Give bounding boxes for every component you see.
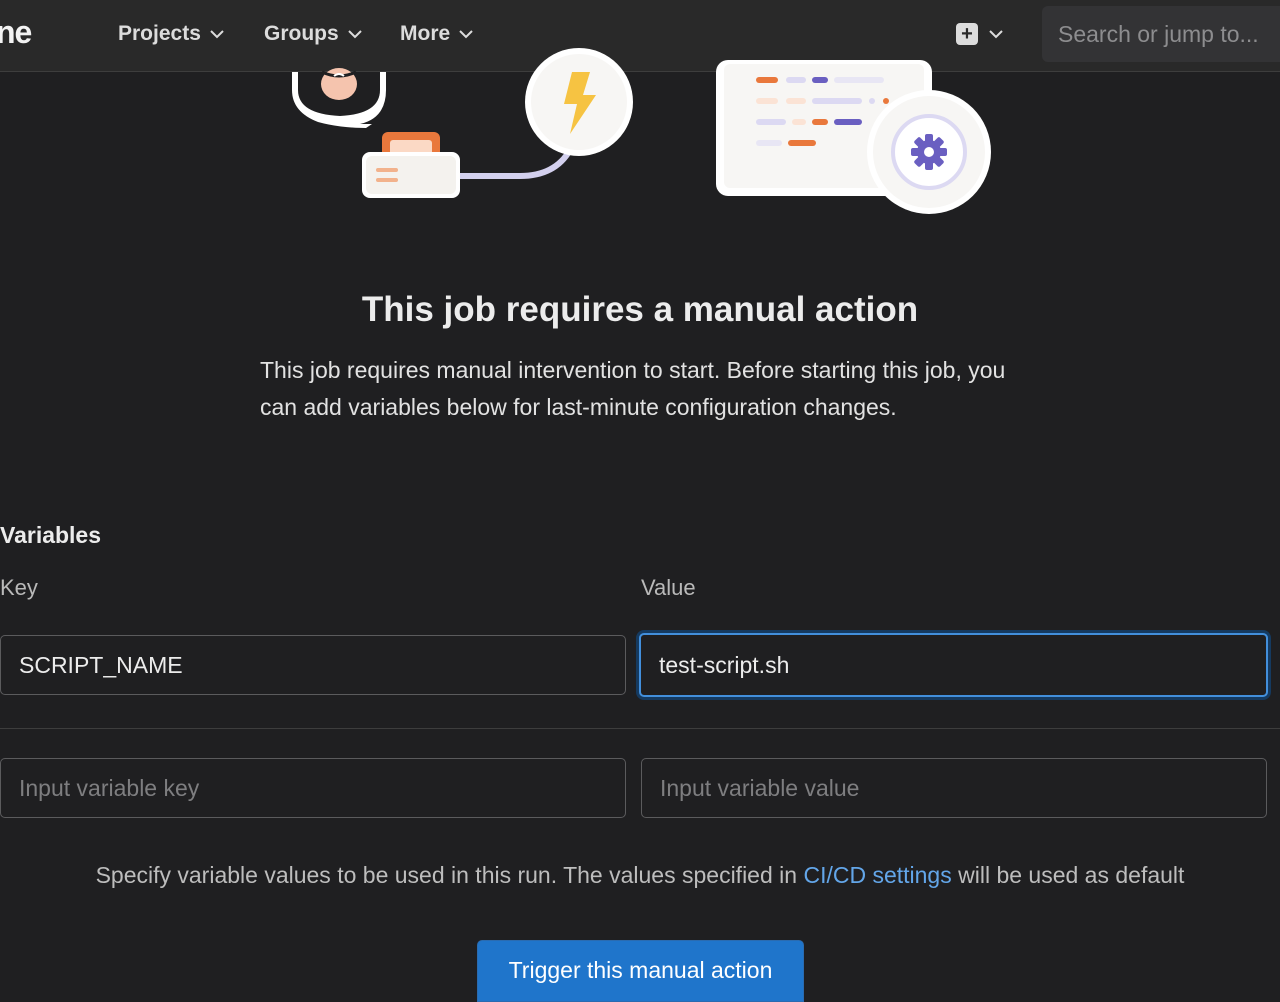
new-variable-key-input[interactable] <box>0 758 626 818</box>
variable-key-input[interactable] <box>0 635 626 695</box>
value-column-label: Value <box>641 575 696 600</box>
help-text-after: will be used as default <box>951 862 1185 888</box>
trigger-manual-action-button[interactable]: Trigger this manual action <box>477 940 804 1002</box>
variable-value-input[interactable] <box>639 633 1268 697</box>
help-text-before: Specify variable values to be used in th… <box>95 862 804 888</box>
variables-help-text: Specify variable values to be used in th… <box>0 862 1280 889</box>
page-title: This job requires a manual action <box>361 290 919 329</box>
variables-heading: Variables <box>0 522 102 548</box>
key-column-label: Key <box>0 575 38 600</box>
row-divider <box>0 728 1280 729</box>
page-description: This job requires manual intervention to… <box>260 357 1006 420</box>
cicd-settings-link[interactable]: CI/CD settings <box>803 862 951 888</box>
new-variable-value-input[interactable] <box>641 758 1267 818</box>
manual-action-illustration <box>292 48 991 214</box>
